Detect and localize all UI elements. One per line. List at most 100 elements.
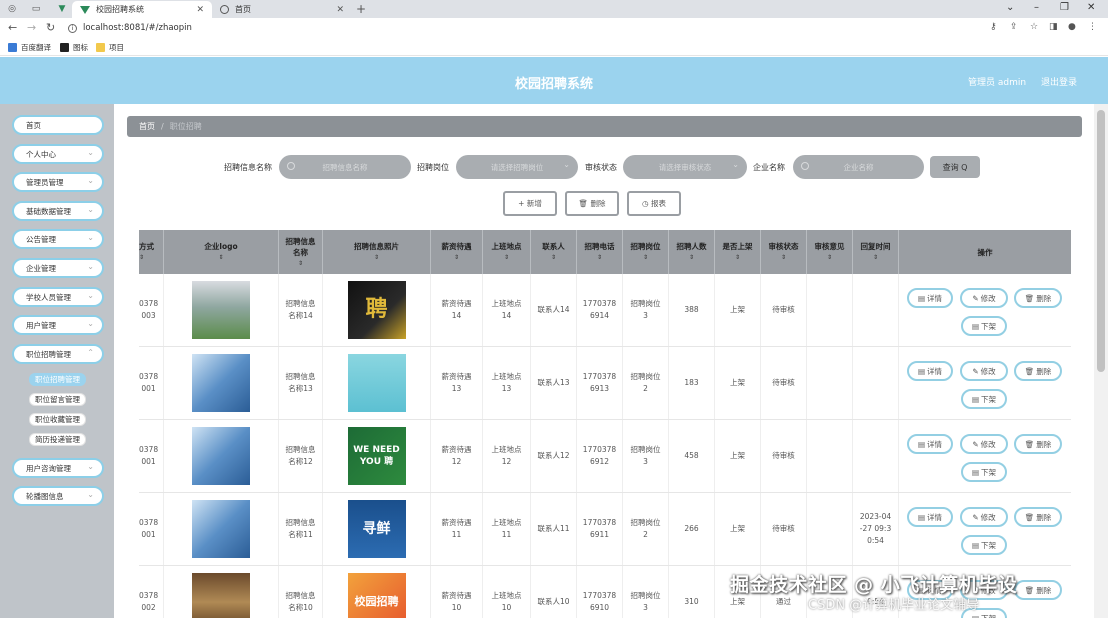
breadcrumb-home[interactable]: 首页 (139, 121, 155, 132)
job-photo-image[interactable]: 寻鲜 (347, 500, 406, 558)
submenu-job-favorite[interactable]: 职位收藏管理 (29, 413, 86, 426)
unlist-button[interactable]: ▤ 下架 (961, 462, 1007, 482)
position-select[interactable]: 请选择招聘岗位 ⌄ (456, 155, 578, 179)
bookmark-icons[interactable]: 图标 (60, 42, 88, 53)
scrollbar-thumb[interactable] (1097, 110, 1105, 372)
submenu-job-recruit[interactable]: 职位招聘管理 (29, 373, 86, 386)
th-status[interactable]: 审核状态 ⇕ (761, 230, 807, 274)
window-close-icon[interactable]: ✕ (1087, 2, 1095, 13)
job-photo-image[interactable] (347, 354, 406, 412)
key-icon[interactable]: ⚷ (990, 22, 997, 32)
job-photo-image[interactable]: 聘 (347, 281, 406, 339)
bookmark-baidu-translate[interactable]: 百度翻译 (8, 42, 51, 53)
status-select[interactable]: 请选择审核状态 ⌄ (623, 155, 747, 179)
new-tab-button[interactable]: + (355, 3, 367, 15)
back-icon[interactable]: ← (8, 21, 17, 34)
company-search-input[interactable]: 企业名称 (793, 155, 924, 179)
detail-button[interactable]: ▤ 详情 (907, 507, 953, 527)
sort-icon: ⇕ (503, 254, 510, 261)
th-listed[interactable]: 是否上架 ⇕ (715, 230, 761, 274)
delete-button[interactable]: 🗑 删除 (1014, 580, 1062, 600)
th-opinion[interactable]: 审核意见 ⇕ (807, 230, 853, 274)
more-menu-icon[interactable]: ⋮ (1088, 22, 1097, 32)
add-button[interactable]: + 新增 (503, 191, 557, 216)
th-name[interactable]: 招聘信息名称 ⇕ (279, 230, 323, 274)
tab-campus-recruit[interactable]: 校园招聘系统 ✕ (72, 1, 212, 18)
company-logo-image[interactable] (192, 500, 250, 558)
forward-icon[interactable]: → (27, 21, 36, 34)
detail-button[interactable]: ▤ 详情 (907, 361, 953, 381)
unlist-button[interactable]: ▤ 下架 (961, 389, 1007, 409)
th-phone[interactable]: 招聘电话 ⇕ (577, 230, 623, 274)
delete-button[interactable]: 🗑 删除 (1014, 288, 1062, 308)
sidebar-item-school-staff[interactable]: 学校人员管理 ⌄ (12, 287, 104, 307)
batch-delete-button[interactable]: 🗑 删除 (565, 191, 619, 216)
submenu-resume-delivery[interactable]: 简历投递管理 (29, 433, 86, 446)
vue-tab-icon[interactable]: ▼ (56, 3, 68, 15)
chrome-menu-icon[interactable]: ◎ (6, 3, 18, 15)
sidebar-item-notice[interactable]: 公告管理 ⌄ (12, 229, 104, 249)
reload-icon[interactable]: ↻ (46, 21, 55, 34)
sidebar-item-users[interactable]: 用户管理 ⌄ (12, 315, 104, 335)
restore-icon[interactable]: ❐ (1060, 2, 1069, 13)
close-tab-icon[interactable]: ✕ (336, 5, 344, 15)
th-mode[interactable]: 方式 ⇕ (139, 230, 164, 274)
share-icon[interactable]: ⇪ (1010, 22, 1018, 32)
company-logo-image[interactable] (192, 427, 250, 485)
th-logo[interactable]: 企业logo ⇕ (164, 230, 279, 274)
bookmark-projects[interactable]: 项目 (96, 42, 124, 53)
logout-link[interactable]: 退出登录 (1041, 75, 1077, 88)
sidebar-item-carousel[interactable]: 轮播图信息 ⌄ (12, 486, 104, 506)
submenu-job-message[interactable]: 职位留言管理 (29, 393, 86, 406)
edit-button[interactable]: ✎ 修改 (960, 288, 1008, 308)
site-info-icon[interactable]: i (68, 24, 77, 33)
unlist-button[interactable]: ▤ 下架 (961, 316, 1007, 336)
detail-button[interactable]: ▤ 详情 (907, 434, 953, 454)
cell-mode: 0378 002 (139, 566, 164, 618)
job-photo-image[interactable]: 校园招聘 (347, 573, 406, 618)
delete-button[interactable]: 🗑 删除 (1014, 434, 1062, 454)
edit-button[interactable]: ✎ 修改 (960, 434, 1008, 454)
job-photo-image[interactable]: WE NEED YOU 聘 (347, 427, 406, 485)
chevron-down-icon: ⌄ (87, 319, 94, 328)
detail-button[interactable]: ▤ 详情 (907, 288, 953, 308)
report-button[interactable]: ◷ 报表 (627, 191, 681, 216)
edit-button[interactable]: ✎ 修改 (960, 507, 1008, 527)
sidebar-item-job-recruit[interactable]: 职位招聘管理 ⌃ (12, 344, 104, 364)
sidebar-item-company[interactable]: 企业管理 ⌄ (12, 258, 104, 278)
th-photo[interactable]: 招聘信息照片 ⇕ (323, 230, 431, 274)
tab-home[interactable]: 首页 ✕ (212, 1, 352, 18)
search-button[interactable]: 查询 Q (930, 156, 980, 178)
th-location[interactable]: 上班地点 ⇕ (483, 230, 531, 274)
th-contact[interactable]: 联系人 ⇕ (531, 230, 577, 274)
th-count[interactable]: 招聘人数 ⇕ (669, 230, 715, 274)
sidebar-item-personal[interactable]: 个人中心 ⌄ (12, 144, 104, 164)
document-icon: ▤ (917, 439, 926, 449)
company-logo-image[interactable] (192, 281, 250, 339)
delete-button[interactable]: 🗑 删除 (1014, 507, 1062, 527)
profile-icon[interactable]: ● (1068, 22, 1076, 32)
th-position[interactable]: 招聘岗位 ⇕ (623, 230, 669, 274)
close-tab-icon[interactable]: ✕ (196, 5, 204, 15)
company-logo-image[interactable] (192, 573, 250, 618)
sidebar-item-admin[interactable]: 管理员管理 ⌄ (12, 172, 104, 192)
url-field[interactable]: i localhost:8081/#/zhaopin (68, 23, 192, 33)
unlist-button[interactable]: ▤ 下架 (961, 535, 1007, 555)
tab-search-icon[interactable]: ⌄ (1006, 2, 1014, 13)
company-logo-image[interactable] (192, 354, 250, 412)
page-scrollbar[interactable] (1094, 104, 1108, 618)
edit-button[interactable]: ✎ 修改 (960, 361, 1008, 381)
th-reply-time[interactable]: 回复时间 ⇕ (853, 230, 899, 274)
chevron-down-icon: ⌄ (87, 291, 94, 300)
star-icon[interactable]: ☆ (1030, 22, 1038, 32)
sidepanel-icon[interactable]: ◨ (1049, 22, 1058, 32)
sidebar-item-basic-data[interactable]: 基础数据管理 ⌄ (12, 201, 104, 221)
sidebar-item-home[interactable]: 首页 (12, 115, 104, 135)
sidebar-item-consult[interactable]: 用户咨询管理 ⌄ (12, 458, 104, 478)
th-salary[interactable]: 薪资待遇 ⇕ (431, 230, 483, 274)
cell-name: 招聘信息 名称12 (279, 420, 323, 492)
minimize-icon[interactable]: – (1034, 2, 1039, 13)
tab-placeholder-icon[interactable]: ▭ (30, 3, 42, 15)
name-search-input[interactable]: 招聘信息名称 (279, 155, 411, 179)
delete-button[interactable]: 🗑 删除 (1014, 361, 1062, 381)
